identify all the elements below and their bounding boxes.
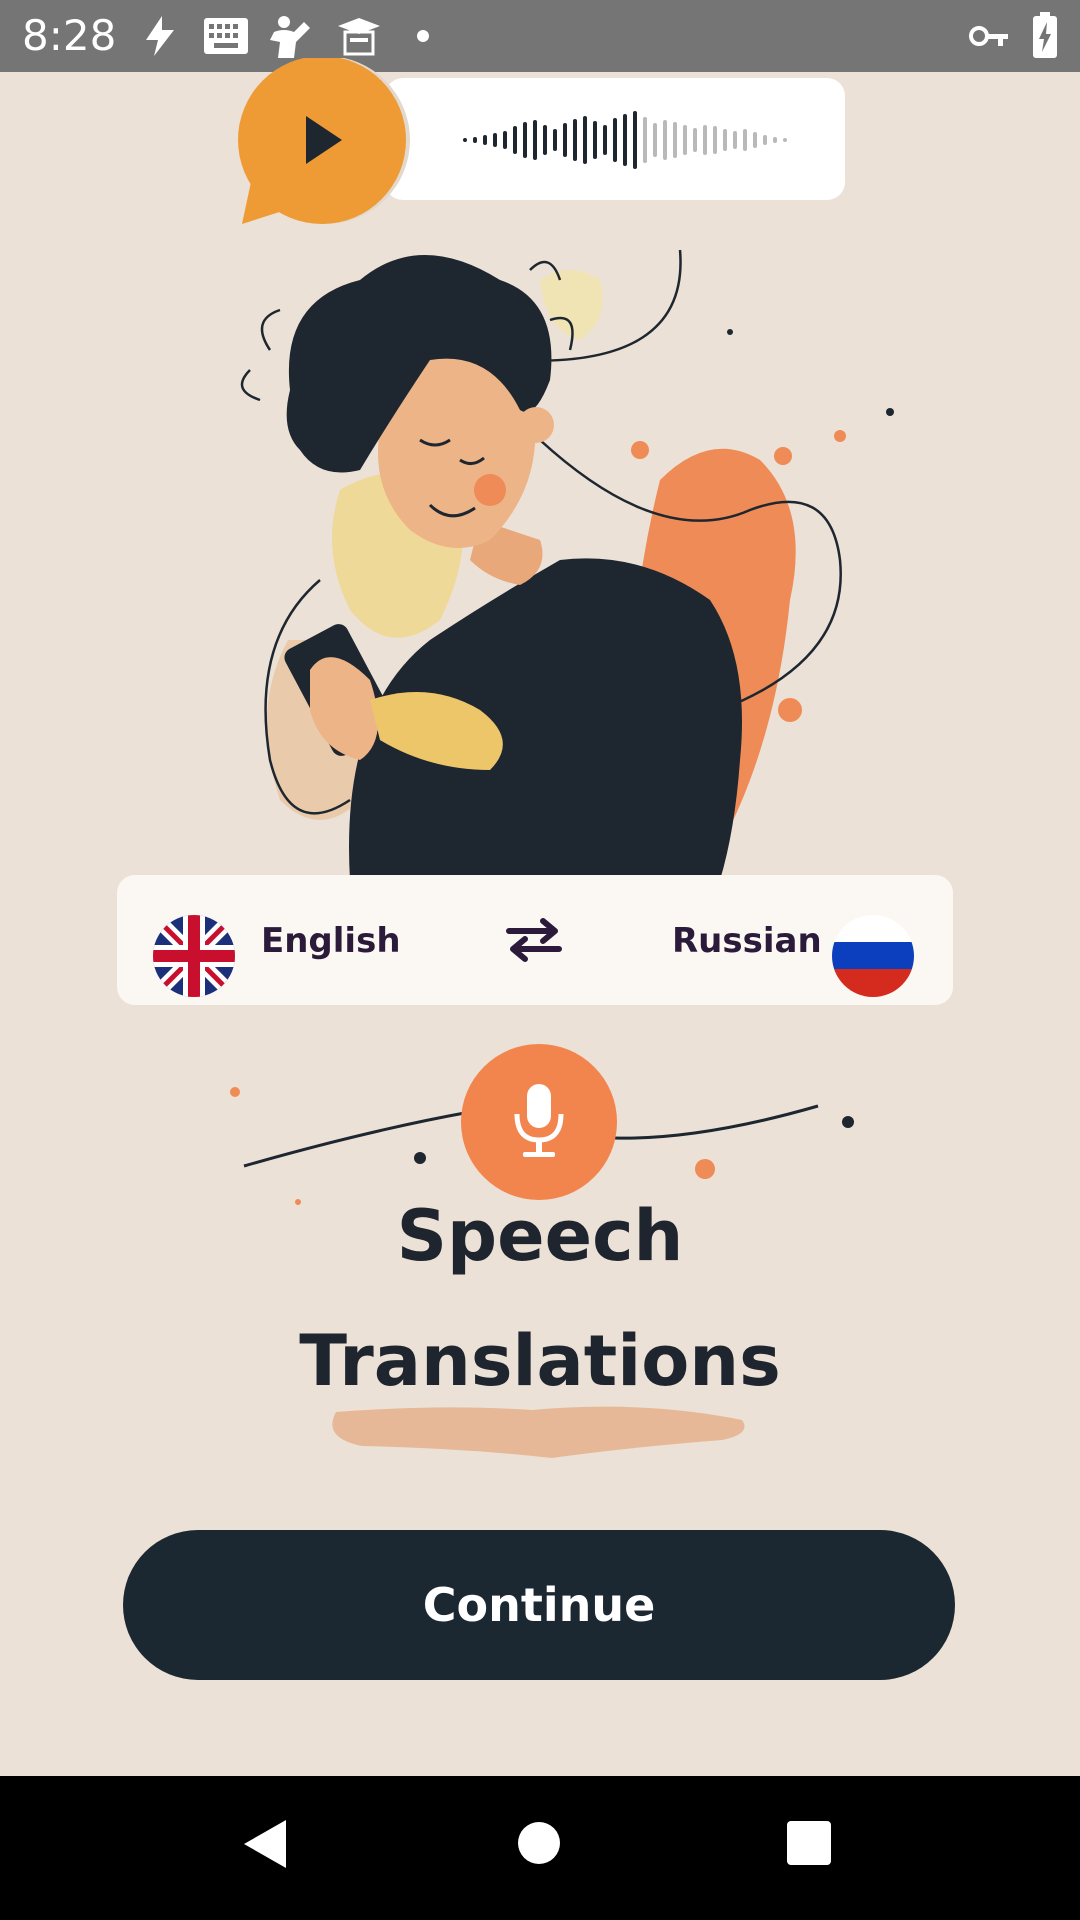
highlight-stroke xyxy=(322,1398,754,1470)
navigation-bar xyxy=(0,1776,1080,1920)
microphone-button[interactable] xyxy=(461,1044,617,1200)
flash-icon xyxy=(140,14,180,62)
waveform-icon xyxy=(455,100,815,184)
uk-flag-icon[interactable] xyxy=(153,915,235,997)
status-bar: 8:28 xyxy=(0,0,1080,72)
play-button[interactable] xyxy=(232,56,412,232)
title-line-2: Translations xyxy=(299,1320,781,1402)
language-selector-bar: English Russian xyxy=(117,875,953,1005)
target-language-label[interactable]: Russian xyxy=(672,915,822,967)
microphone-icon xyxy=(514,1084,564,1157)
vpn-key-icon xyxy=(968,14,1010,62)
status-time: 8:28 xyxy=(22,11,117,60)
russia-flag-icon[interactable] xyxy=(832,915,914,997)
play-icon xyxy=(238,56,410,224)
recents-square-icon[interactable] xyxy=(786,1820,832,1870)
continue-button[interactable]: Continue xyxy=(123,1530,955,1680)
back-triangle-icon[interactable] xyxy=(240,1816,290,1876)
battery-charging-icon xyxy=(1032,12,1058,64)
person-with-phone-illustration xyxy=(190,240,910,884)
source-language-label[interactable]: English xyxy=(261,915,401,967)
title-line-1: Speech xyxy=(396,1195,684,1277)
graduation-icon xyxy=(336,14,382,62)
keyboard-icon xyxy=(202,14,250,62)
fitness-icon xyxy=(264,14,314,64)
home-circle-icon[interactable] xyxy=(516,1820,562,1870)
swap-arrows-icon[interactable] xyxy=(505,917,563,967)
dot-icon xyxy=(416,28,430,47)
